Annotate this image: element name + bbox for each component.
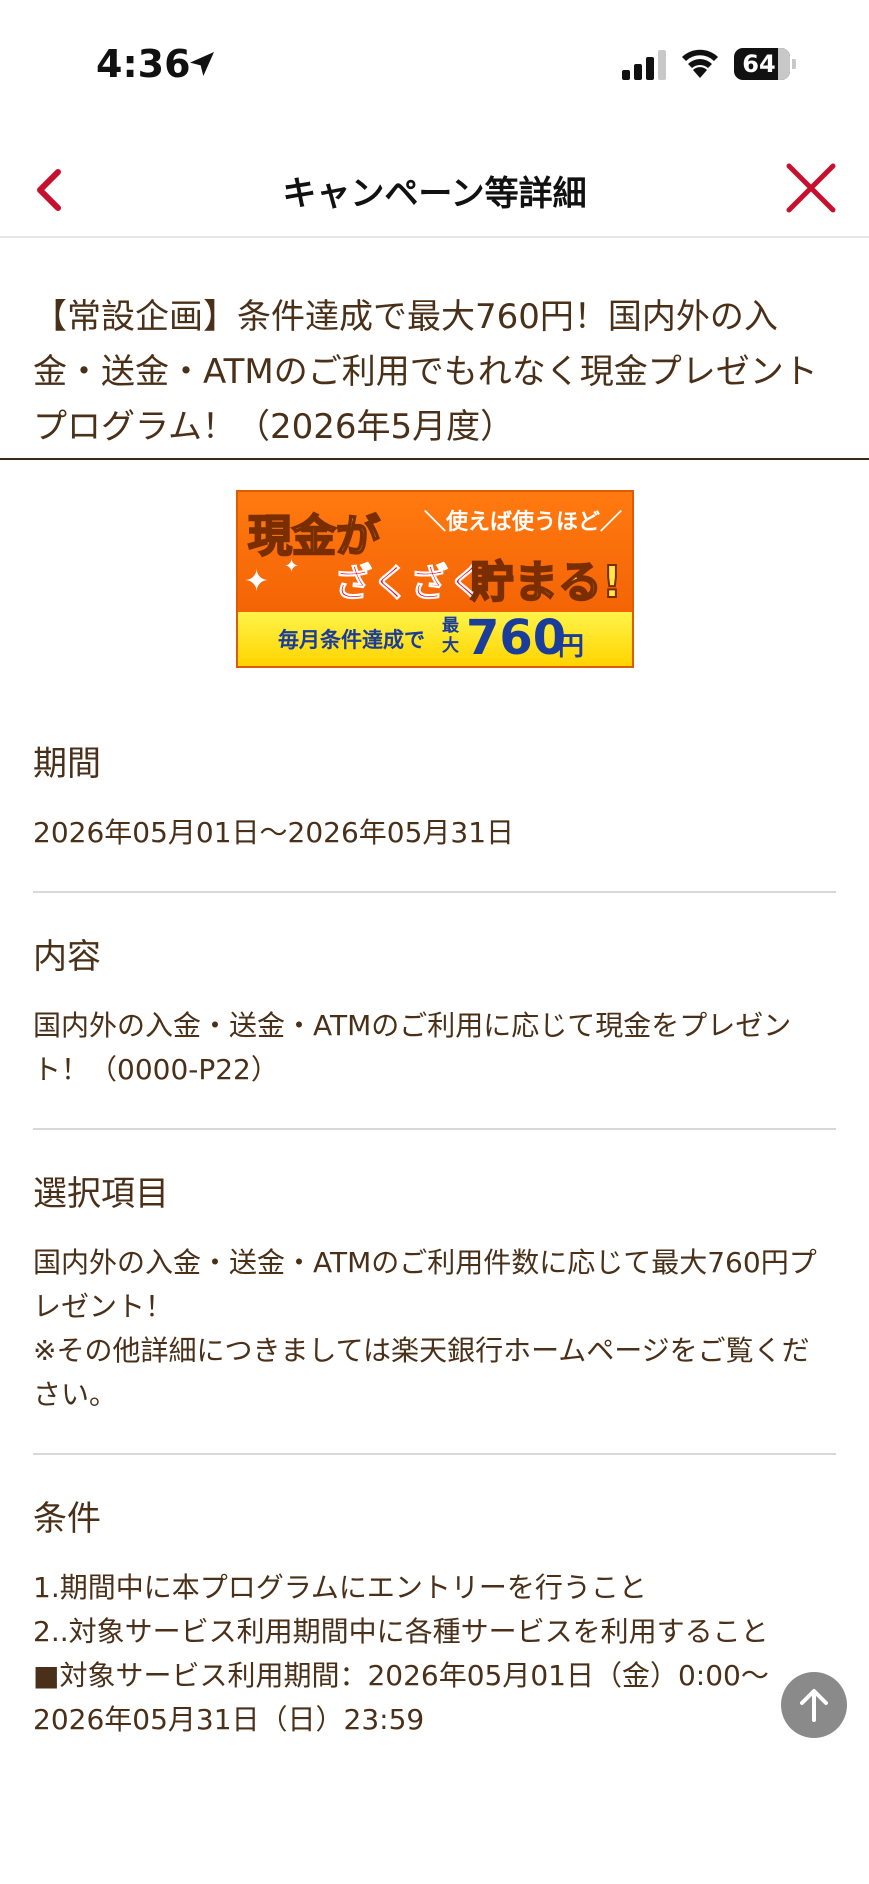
location-arrow-icon xyxy=(190,52,214,76)
banner-headline-2b: 貯まる! xyxy=(469,556,623,609)
section-body: 国内外の入金・送金・ATMのご利用件数に応じて最大760円プレゼント！ ※その他… xyxy=(33,1246,817,1411)
close-button[interactable] xyxy=(781,158,841,218)
bottom-safe-area xyxy=(0,1810,869,1884)
title-divider xyxy=(0,458,869,460)
section-heading: 条件 xyxy=(33,1499,101,1539)
sparkle-icon: ✦ xyxy=(284,556,300,577)
close-icon xyxy=(786,163,836,213)
battery-icon: 64 xyxy=(734,48,796,80)
campaign-banner: 現金が ＼使えば使うほど／ ✦ ✦ ざくざく 貯まる! 毎月条件達成で 最大 7… xyxy=(236,490,634,668)
page-title: 【常設企画】条件達成で最大760円！国内外の入金・送金・ATMのご利用でもれなく… xyxy=(33,297,818,447)
scroll-to-top-button[interactable] xyxy=(781,1672,847,1738)
banner-bottom: 毎月条件達成で 最大 760 円 xyxy=(238,610,632,666)
status-time: 4:36 xyxy=(96,42,191,86)
banner-headline-2a: ざくざく xyxy=(333,561,487,606)
cellular-signal-icon xyxy=(622,50,666,80)
sparkle-icon: ✦ xyxy=(244,564,270,599)
section-content: 内容 国内外の入金・送金・ATMのご利用に応じて現金をプレゼント！（0000-P… xyxy=(33,893,836,1130)
battery-level: 64 xyxy=(742,50,776,78)
detail-content: 期間 2026年05月01日〜2026年05月31日 内容 国内外の入金・送金・… xyxy=(33,700,836,1810)
arrow-up-icon xyxy=(800,1689,828,1722)
section-heading: 期間 xyxy=(33,744,101,784)
nav-title: キャンペーン等詳細 xyxy=(282,174,587,214)
wifi-icon xyxy=(682,49,718,78)
status-bar: 4:36 64 xyxy=(0,0,869,130)
banner-amount: 760 xyxy=(466,610,567,666)
section-heading: 内容 xyxy=(33,937,101,977)
banner-unit: 円 xyxy=(558,632,585,662)
banner-subtext: 毎月条件達成で xyxy=(278,628,425,652)
section-body: 1.期間中に本プログラムにエントリーを行うこと 2..対象サービス利用期間中に各… xyxy=(33,1571,769,1736)
section-options: 選択項目 国内外の入金・送金・ATMのご利用件数に応じて最大760円プレゼント！… xyxy=(33,1130,836,1455)
banner-max-label: 最大 xyxy=(442,616,459,656)
section-conditions: 条件 1.期間中に本プログラムにエントリーを行うこと 2..対象サービス利用期間… xyxy=(33,1455,836,1778)
section-period: 期間 2026年05月01日〜2026年05月31日 xyxy=(33,700,836,893)
section-heading: 選択項目 xyxy=(33,1174,169,1214)
banner-top: 現金が ＼使えば使うほど／ ✦ ✦ ざくざく 貯まる! xyxy=(238,492,632,612)
section-body: 国内外の入金・送金・ATMのご利用に応じて現金をプレゼント！（0000-P22） xyxy=(33,1009,792,1086)
banner-tagline: ＼使えば使うほど／ xyxy=(424,510,623,535)
nav-header: キャンペーン等詳細 xyxy=(0,140,869,238)
section-body: 2026年05月01日〜2026年05月31日 xyxy=(33,816,515,849)
